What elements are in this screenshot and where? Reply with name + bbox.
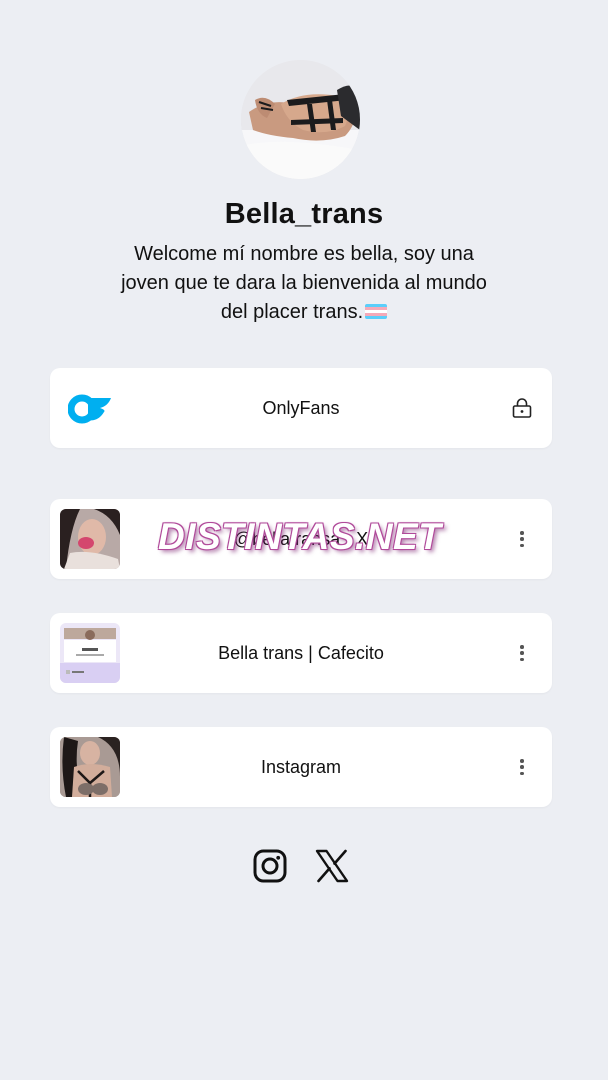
link-label-instagram: Instagram <box>260 757 342 777</box>
x-icon[interactable] <box>314 848 350 884</box>
profile-bio-text: Welcome mí nombre es bella, soy una jove… <box>121 243 487 323</box>
avatar-image <box>241 60 360 179</box>
link-card-x[interactable]: @bellatransa · X <box>50 499 552 579</box>
link-card-cafecito[interactable]: Bella trans | Cafecito <box>50 613 552 693</box>
link-card-instagram[interactable]: Instagram <box>50 727 552 807</box>
social-icons <box>252 848 352 884</box>
profile-name: Bella_trans <box>224 198 384 230</box>
lock-icon <box>512 398 532 418</box>
link-card-onlyfans[interactable]: OnlyFans <box>50 368 552 448</box>
link-label-onlyfans: OnlyFans <box>262 398 340 418</box>
profile-avatar <box>241 60 360 179</box>
link-label-cafecito: Bella trans | Cafecito <box>218 643 384 663</box>
more-options-icon[interactable] <box>514 643 530 663</box>
link-label-x: @bellatransa · X <box>233 529 369 549</box>
instagram-icon[interactable] <box>252 848 288 884</box>
more-options-icon[interactable] <box>514 757 530 777</box>
more-options-icon[interactable] <box>514 529 530 549</box>
transgender-flag-emoji <box>365 304 388 319</box>
profile-bio: Welcome mí nombre es bella, soy una jove… <box>120 240 488 327</box>
